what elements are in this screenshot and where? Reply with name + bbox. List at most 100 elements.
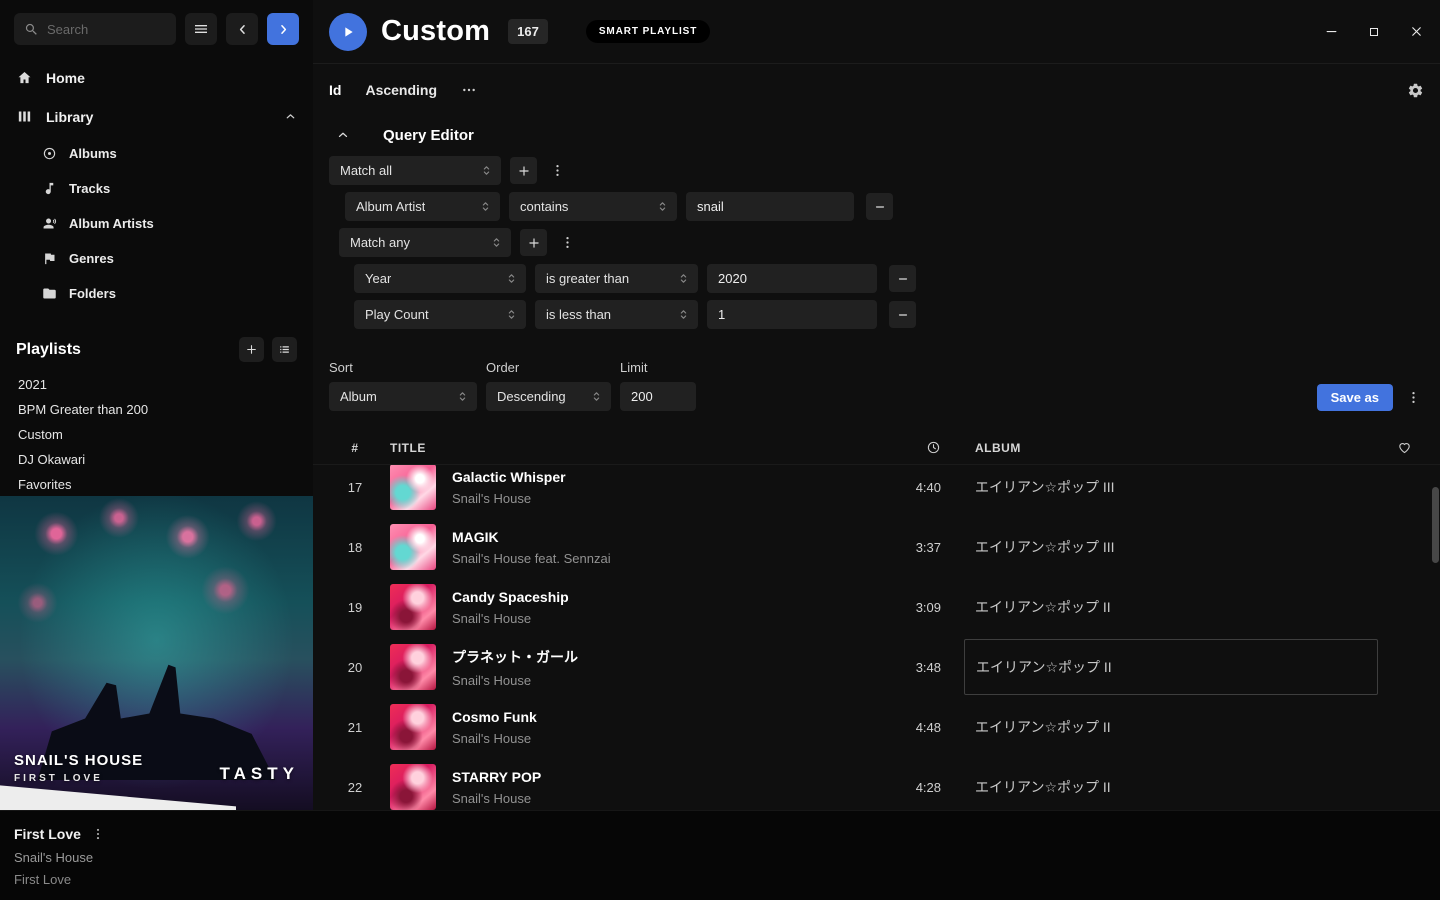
list-icon <box>278 343 291 356</box>
table-row[interactable]: 22 STARRY POP Snail's House 4:28 エイリアン☆ポ… <box>313 757 1440 810</box>
table-row[interactable]: 17 Galactic Whisper Snail's House 4:40 エ… <box>313 465 1440 517</box>
add-rule-button[interactable] <box>510 157 537 184</box>
artwork-text: SNAIL'S HOUSE FIRST LOVE <box>14 752 143 784</box>
add-rule-button[interactable] <box>520 229 547 256</box>
duration-column-header[interactable] <box>863 440 941 455</box>
rule-field-select[interactable]: Album Artist <box>345 192 500 221</box>
track-album: エイリアン☆ポップ II <box>975 777 1384 797</box>
add-playlist-button[interactable] <box>239 337 264 362</box>
track-menu-icon[interactable] <box>91 827 105 841</box>
sidebar-item-albums[interactable]: Albums <box>0 136 313 171</box>
match-group-row: Match all <box>329 156 1424 185</box>
playlist-item[interactable]: 2021 <box>0 372 313 397</box>
track-index: 22 <box>329 780 381 795</box>
sort-select[interactable]: Album <box>329 382 477 411</box>
sidebar-item-tracks[interactable]: Tracks <box>0 171 313 206</box>
album-cell-focused[interactable]: エイリアン☆ポップ II <box>964 639 1378 695</box>
play-playlist-button[interactable] <box>329 13 367 51</box>
table-row[interactable]: 20 プラネット・ガール Snail's House 3:48 エイリアン☆ポッ… <box>313 637 1440 697</box>
group-menu-button[interactable] <box>546 157 568 184</box>
rule-field-select[interactable]: Play Count <box>354 300 526 329</box>
playlist-item[interactable]: BPM Greater than 200 <box>0 397 313 422</box>
sidebar-item-label: Library <box>46 109 93 125</box>
group-menu-button[interactable] <box>556 229 578 256</box>
title-column-header[interactable]: TITLE <box>381 441 863 455</box>
select-arrows-icon <box>505 272 518 285</box>
search-field[interactable] <box>47 22 166 37</box>
match-type-select[interactable]: Match any <box>339 228 511 257</box>
now-playing-artwork[interactable]: SNAIL'S HOUSE FIRST LOVE TASTY <box>0 496 313 810</box>
playlist-view-button[interactable] <box>272 337 297 362</box>
plus-icon <box>517 164 531 178</box>
settings-button[interactable] <box>1407 82 1424 99</box>
scrollbar-thumb[interactable] <box>1432 487 1439 563</box>
menu-button[interactable] <box>185 13 217 45</box>
save-as-button[interactable]: Save as <box>1317 384 1393 411</box>
main-panel: Custom 167 SMART PLAYLIST Id Ascending Q… <box>313 0 1440 810</box>
limit-input[interactable] <box>620 382 696 411</box>
page-title: Custom <box>381 15 490 48</box>
app-window: Home Library Albums Tracks Album Artists… <box>0 0 1440 900</box>
maximize-button[interactable] <box>1367 25 1381 39</box>
player-bar: First Love Snail's House First Love 0:00… <box>0 810 1440 900</box>
nav-back-button[interactable] <box>226 13 258 45</box>
match-type-select[interactable]: Match all <box>329 156 501 185</box>
track-album: エイリアン☆ポップ II <box>975 597 1384 617</box>
chevron-up-icon[interactable] <box>284 110 297 123</box>
folder-icon <box>42 286 57 301</box>
artwork-brand: TASTY <box>220 764 299 784</box>
select-arrows-icon <box>456 390 469 403</box>
table-row[interactable]: 21 Cosmo Funk Snail's House 4:48 エイリアン☆ポ… <box>313 697 1440 757</box>
album-column-header[interactable]: ALBUM <box>975 441 1384 455</box>
sub-item-label: Album Artists <box>69 216 154 231</box>
play-icon <box>340 24 356 40</box>
track-title: Candy Spaceship <box>452 589 569 605</box>
query-menu-button[interactable] <box>1402 384 1424 411</box>
index-column-header[interactable]: # <box>329 441 381 455</box>
close-button[interactable] <box>1409 24 1424 39</box>
query-editor-title: Query Editor <box>383 127 474 144</box>
table-row[interactable]: 18 MAGIK Snail's House feat. Sennzai 3:3… <box>313 517 1440 577</box>
track-index: 21 <box>329 720 381 735</box>
collapse-query-editor-button[interactable] <box>329 124 357 146</box>
rule-field-select[interactable]: Year <box>354 264 526 293</box>
rule-operator-select[interactable]: is less than <box>535 300 698 329</box>
sort-direction-button[interactable]: Ascending <box>365 82 437 98</box>
sidebar-item-folders[interactable]: Folders <box>0 276 313 311</box>
sort-more-button[interactable] <box>461 82 477 98</box>
order-select[interactable]: Descending <box>486 382 611 411</box>
select-arrows-icon <box>480 164 493 177</box>
track-index: 17 <box>329 480 381 495</box>
sub-item-label: Albums <box>69 146 117 161</box>
sort-field-button[interactable]: Id <box>329 82 341 98</box>
artwork-title: FIRST LOVE <box>14 773 143 784</box>
favorite-column-header[interactable] <box>1384 440 1424 455</box>
track-duration: 3:48 <box>863 660 941 675</box>
nav-forward-button[interactable] <box>267 13 299 45</box>
playlist-item[interactable]: Custom <box>0 422 313 447</box>
remove-rule-button[interactable] <box>889 301 916 328</box>
remove-rule-button[interactable] <box>866 193 893 220</box>
rule-value-input[interactable] <box>707 300 877 329</box>
sidebar-item-library[interactable]: Library <box>0 97 313 136</box>
rule-operator-select[interactable]: contains <box>509 192 677 221</box>
track-artist: Snail's House <box>452 731 537 746</box>
search-input[interactable] <box>14 13 176 45</box>
minimize-button[interactable] <box>1324 24 1339 39</box>
rule-value-input[interactable] <box>707 264 877 293</box>
rule-value-input[interactable] <box>686 192 854 221</box>
album-art-thumbnail <box>390 524 436 570</box>
track-duration: 3:37 <box>863 540 941 555</box>
sidebar-item-home[interactable]: Home <box>0 58 313 97</box>
rule-operator-select[interactable]: is greater than <box>535 264 698 293</box>
chevron-right-icon <box>276 22 291 37</box>
playlist-item[interactable]: Favorites <box>0 472 313 497</box>
table-row[interactable]: 19 Candy Spaceship Snail's House 3:09 エイ… <box>313 577 1440 637</box>
playlist-item[interactable]: DJ Okawari <box>0 447 313 472</box>
window-controls <box>1324 24 1440 39</box>
album-art-thumbnail <box>390 644 436 690</box>
remove-rule-button[interactable] <box>889 265 916 292</box>
sidebar-item-album-artists[interactable]: Album Artists <box>0 206 313 241</box>
dots-vertical-icon <box>550 163 565 178</box>
sidebar-item-genres[interactable]: Genres <box>0 241 313 276</box>
